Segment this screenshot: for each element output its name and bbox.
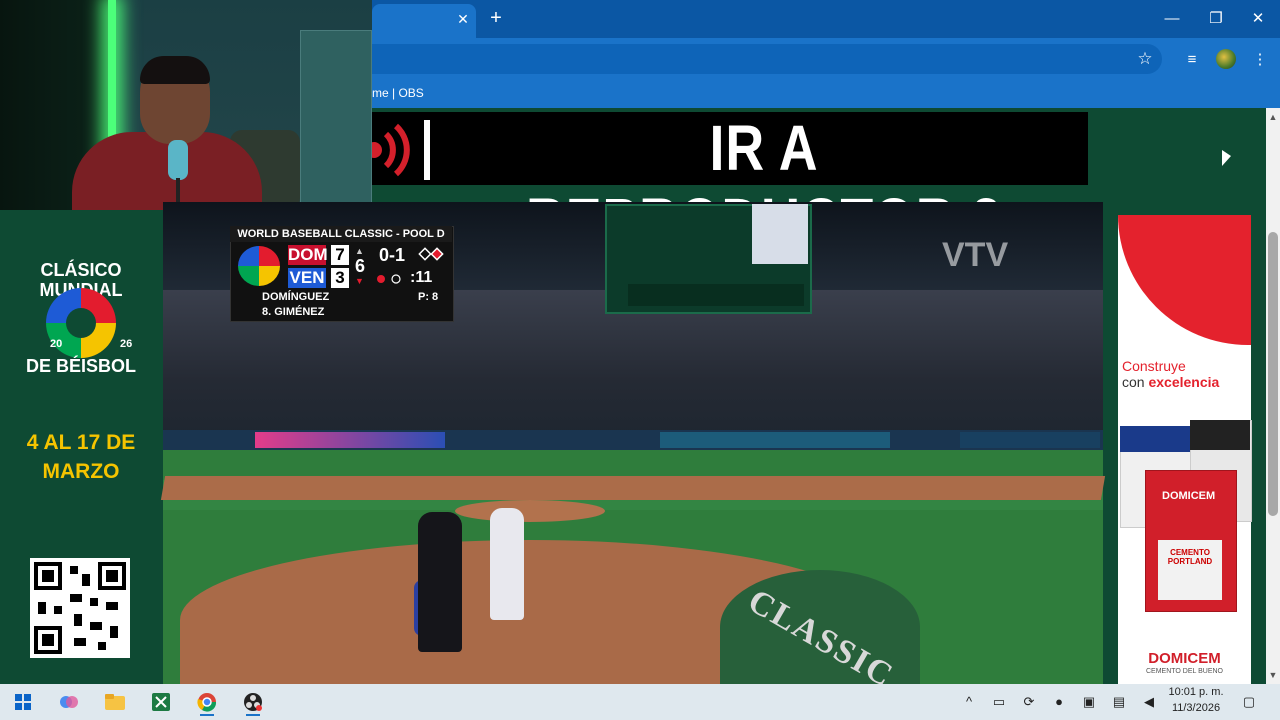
umpire: [418, 512, 462, 652]
new-tab-button[interactable]: +: [484, 6, 508, 30]
ad-headline-1: Construye: [1122, 358, 1186, 374]
taskbar-date[interactable]: 11/3/2026: [1166, 702, 1226, 714]
wall-ad-right: [960, 432, 1100, 448]
bookmark-item[interactable]: me | OBS: [372, 86, 424, 100]
chrome-active-indicator: [200, 714, 214, 716]
pitcher-name: DOMÍNGUEZ: [262, 291, 330, 303]
directv-ad: [255, 432, 445, 448]
basepath: [160, 476, 1106, 500]
promo-dates: 4 AL 17 DE MARZO: [26, 431, 136, 483]
signal-icon: [372, 123, 410, 177]
scoreboard-player-photo: [752, 204, 808, 264]
cement-bag-right-label: [1190, 420, 1250, 450]
file-explorer-icon[interactable]: [100, 688, 130, 716]
bookmark-star-icon[interactable]: ☆: [1134, 48, 1156, 70]
score-bug-title: WORLD BASEBALL CLASSIC - POOL D: [230, 226, 452, 242]
taskbar-time[interactable]: 10:01 p. m.: [1166, 686, 1226, 698]
menu-icon[interactable]: ⋮: [1248, 48, 1272, 72]
team2-score: 3: [331, 268, 349, 288]
logo-center: [66, 308, 96, 338]
ad-headline-2-bold: excelencia: [1148, 374, 1220, 390]
wbc-logo-icon: [238, 246, 280, 286]
webcam-overlay: [0, 0, 372, 210]
banner-divider: [424, 120, 430, 180]
webcam-door: [300, 30, 372, 210]
chrome-icon[interactable]: [192, 688, 222, 716]
pitch-count: P: 8: [418, 291, 439, 303]
qr-code: [30, 558, 130, 658]
scroll-up-icon[interactable]: ▲: [1266, 110, 1280, 124]
bookmarks-bar: [372, 80, 1280, 108]
microphone-tray-icon[interactable]: ●: [1048, 690, 1070, 714]
media-tray-icon[interactable]: ▣: [1078, 690, 1100, 714]
cement-bag-left-label: [1120, 426, 1190, 452]
network-icon[interactable]: ▤: [1108, 690, 1130, 714]
obs-icon[interactable]: [238, 688, 268, 716]
bag-brand: DOMICEM: [1162, 490, 1216, 502]
team1-name: DOM: [288, 245, 328, 265]
minimize-button[interactable]: —: [1150, 0, 1194, 38]
scoreboard-linescore: [628, 284, 804, 306]
scrollbar-thumb[interactable]: [1268, 232, 1278, 516]
ad-brand-sub: CEMENTO DEL BUENO: [1145, 668, 1223, 675]
show-hidden-icons-icon[interactable]: ^: [958, 690, 980, 714]
outs-indicator-icon: [377, 274, 401, 284]
maximize-button[interactable]: ❐: [1194, 0, 1238, 38]
ad-brand: DOMICEM: [1148, 650, 1221, 667]
tab-bar: [372, 0, 1280, 38]
banner-title[interactable]: IR A REPRODUCTOR 2: [492, 112, 1036, 257]
tab-close-icon[interactable]: ✕: [452, 8, 474, 30]
battery-saver-icon[interactable]: ▭: [988, 690, 1010, 714]
ad-headline-2-prefix: con: [1122, 374, 1149, 390]
profile-avatar[interactable]: [1216, 49, 1236, 69]
inning-number: 6: [354, 256, 365, 276]
sync-icon[interactable]: ⟳: [1018, 690, 1040, 714]
obs-active-indicator: [246, 714, 260, 716]
close-window-button[interactable]: ✕: [1236, 0, 1280, 38]
batter: [490, 508, 524, 620]
pitchers-mound: [455, 500, 605, 522]
team2-name: VEN: [288, 268, 326, 288]
batter-name: 8. GIMÉNEZ: [262, 306, 325, 318]
address-bar[interactable]: [372, 44, 1162, 74]
ball-strike-count: 0-1: [378, 245, 405, 265]
start-icon[interactable]: [8, 688, 38, 716]
vtv-watermark: VTV: [942, 236, 1009, 274]
bag-product: CEMENTO PORTLAND: [1167, 548, 1213, 566]
microphone-icon: [168, 140, 188, 180]
pitch-clock: :11: [410, 269, 433, 286]
team1-score: 7: [331, 245, 349, 265]
mouse-cursor-icon: [1222, 150, 1231, 166]
promo-subtitle: DE BÉISBOL: [25, 356, 136, 376]
inning-bottom-arrow-icon: ▼: [355, 276, 364, 286]
streamer-hair: [140, 56, 210, 84]
konami-ad: [660, 432, 890, 448]
promo-year-right: 26: [120, 338, 133, 350]
scroll-down-icon[interactable]: ▼: [1266, 668, 1280, 682]
media-control-icon[interactable]: ≡: [1180, 48, 1204, 72]
volume-icon[interactable]: ◀: [1138, 690, 1160, 714]
promo-year-left: 20: [50, 338, 63, 350]
excel-icon[interactable]: [146, 688, 176, 716]
notifications-icon[interactable]: ▢: [1238, 690, 1260, 714]
ad-headline-2: con excelencia: [1122, 374, 1219, 390]
bases-diamond-icon: [418, 247, 444, 261]
copilot-icon[interactable]: [54, 688, 84, 716]
